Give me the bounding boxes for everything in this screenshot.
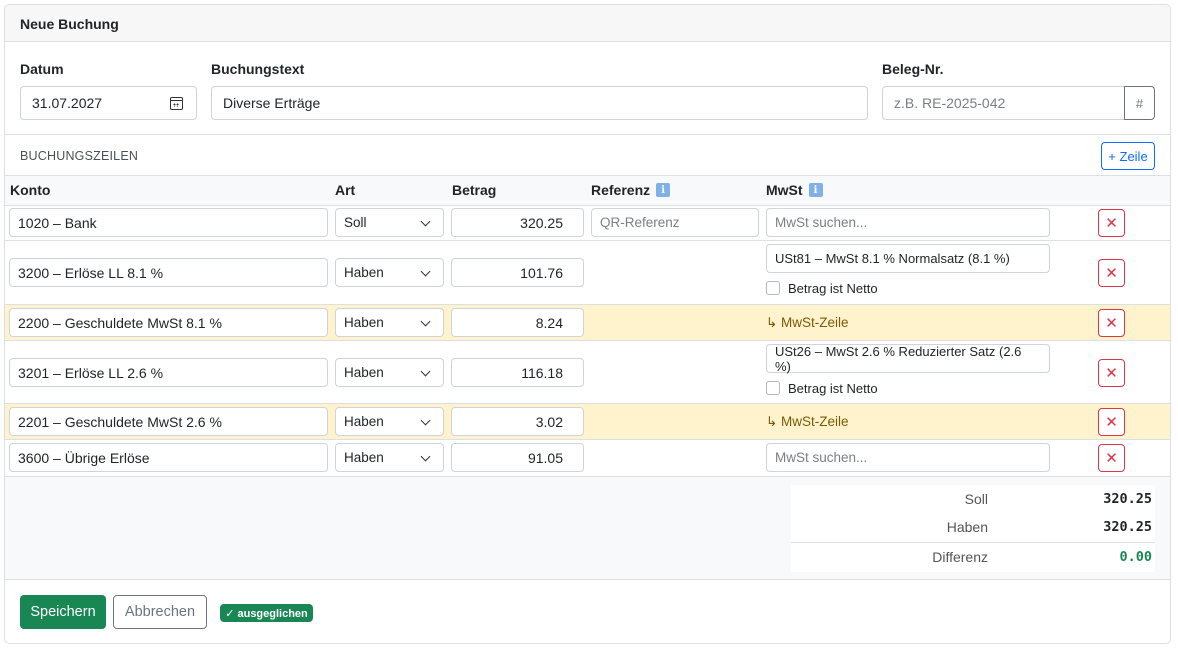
chevron-down-icon xyxy=(420,316,431,326)
column-header-amount: Betrag xyxy=(452,182,497,198)
account-input[interactable]: 3201 – Erlöse LL 2.6 % xyxy=(9,358,328,387)
credit-total-label: Haben xyxy=(946,519,988,535)
type-select[interactable]: Haben xyxy=(335,407,444,436)
booking-text-input[interactable]: Diverse Erträge xyxy=(211,86,868,120)
vat-code-input[interactable]: USt26 – MwSt 2.6 % Reduzierter Satz (2.6… xyxy=(766,344,1050,374)
account-input[interactable]: 3600 – Übrige Erlöse xyxy=(9,443,328,472)
divider xyxy=(5,134,1170,135)
amount-input[interactable]: 101.76 xyxy=(451,258,584,287)
delete-row-button[interactable]: ✕ xyxy=(1098,259,1125,287)
delete-row-button[interactable]: ✕ xyxy=(1098,408,1125,436)
receipt-input[interactable]: z.B. RE-2025-042 xyxy=(882,86,1125,120)
table-row: 3200 – Erlöse LL 8.1 % Haben 101.76 USt8… xyxy=(5,241,1170,305)
x-icon: ✕ xyxy=(1105,265,1118,282)
totals-summary: Soll 320.25 Haben 320.25 Differenz 0.00 xyxy=(791,485,1155,572)
chevron-down-icon xyxy=(420,451,431,461)
table-row: 3201 – Erlöse LL 2.6 % Haben 116.18 USt2… xyxy=(5,341,1170,404)
totals-area: Soll 320.25 Haben 320.25 Differenz 0.00 xyxy=(5,477,1170,580)
booking-card: Neue Buchung Datum 31.07.2027 Buchungste… xyxy=(4,4,1171,644)
debit-total-value: 320.25 xyxy=(1103,491,1152,507)
column-header-reference: Referenz i xyxy=(591,182,671,198)
x-icon: ✕ xyxy=(1105,414,1118,431)
chevron-down-icon xyxy=(420,266,431,276)
date-label: Datum xyxy=(20,61,64,77)
vat-search-input[interactable]: MwSt suchen... xyxy=(766,443,1050,472)
type-select[interactable]: Haben xyxy=(335,308,444,337)
table-row: 3600 – Übrige Erlöse Haben 91.05 MwSt su… xyxy=(5,440,1170,477)
info-icon[interactable]: i xyxy=(656,183,671,197)
tax-line-note: ↳ MwSt-Zeile xyxy=(766,315,849,330)
reference-input[interactable]: QR-Referenz xyxy=(591,208,759,237)
credit-total-value: 320.25 xyxy=(1103,519,1152,535)
delete-row-button[interactable]: ✕ xyxy=(1098,309,1125,337)
amount-input[interactable]: 91.05 xyxy=(451,443,584,472)
difference-label: Differenz xyxy=(932,549,988,565)
calendar-icon[interactable] xyxy=(170,97,183,110)
delete-row-button[interactable]: ✕ xyxy=(1098,209,1125,237)
booking-text-value: Diverse Erträge xyxy=(223,95,321,111)
page-title: Neue Buchung xyxy=(20,16,119,32)
column-header-type: Art xyxy=(335,182,356,198)
type-select[interactable]: Soll xyxy=(335,208,444,237)
x-icon: ✕ xyxy=(1105,450,1118,467)
type-select[interactable]: Haben xyxy=(335,258,444,287)
table-header: Konto Art Betrag Referenz i MwSt i xyxy=(5,175,1170,206)
info-icon[interactable]: i xyxy=(808,183,823,197)
x-icon: ✕ xyxy=(1105,215,1118,232)
status-badge: ✓ ausgeglichen xyxy=(220,604,313,622)
net-amount-checkbox[interactable] xyxy=(766,381,780,395)
table-row: 1020 – Bank Soll 320.25 QR-Referenz MwSt… xyxy=(5,205,1170,241)
receipt-number-button[interactable]: # xyxy=(1124,86,1155,120)
net-amount-label: Betrag ist Netto xyxy=(788,281,878,296)
date-input[interactable]: 31.07.2027 xyxy=(20,86,197,120)
vat-code-input[interactable]: USt81 – MwSt 8.1 % Normalsatz (8.1 %) xyxy=(766,244,1050,273)
account-input[interactable]: 2201 – Geschuldete MwSt 2.6 % xyxy=(9,407,328,436)
cancel-button[interactable]: Abbrechen xyxy=(113,595,207,629)
account-input[interactable]: 3200 – Erlöse LL 8.1 % xyxy=(9,258,328,287)
x-icon: ✕ xyxy=(1105,365,1118,382)
section-title: BUCHUNGSZEILEN xyxy=(20,149,139,163)
chevron-down-icon xyxy=(420,415,431,425)
divider xyxy=(791,542,1155,543)
account-input[interactable]: 2200 – Geschuldete MwSt 8.1 % xyxy=(9,308,328,337)
column-header-account: Konto xyxy=(10,182,51,198)
vat-search-input[interactable]: MwSt suchen... xyxy=(766,208,1050,237)
delete-row-button[interactable]: ✕ xyxy=(1098,359,1125,387)
booking-text-label: Buchungstext xyxy=(211,61,305,77)
debit-total-label: Soll xyxy=(964,491,988,507)
chevron-down-icon xyxy=(420,366,431,376)
net-amount-label: Betrag ist Netto xyxy=(788,381,878,396)
account-input[interactable]: 1020 – Bank xyxy=(9,208,328,237)
card-header: Neue Buchung xyxy=(5,5,1170,42)
amount-input[interactable]: 320.25 xyxy=(451,208,584,237)
amount-input[interactable]: 116.18 xyxy=(451,358,584,387)
net-amount-checkbox[interactable] xyxy=(766,281,780,295)
chevron-down-icon xyxy=(420,216,431,226)
difference-value: 0.00 xyxy=(1119,549,1152,565)
type-select[interactable]: Haben xyxy=(335,443,444,472)
receipt-label: Beleg-Nr. xyxy=(882,61,944,77)
table-row-tax: 2201 – Geschuldete MwSt 2.6 % Haben 3.02… xyxy=(5,404,1170,440)
column-header-vat: MwSt i xyxy=(766,182,823,198)
amount-input[interactable]: 3.02 xyxy=(451,407,584,436)
table-row-tax: 2200 – Geschuldete MwSt 8.1 % Haben 8.24… xyxy=(5,305,1170,341)
receipt-placeholder: z.B. RE-2025-042 xyxy=(894,95,1006,111)
type-select[interactable]: Haben xyxy=(335,358,444,387)
x-icon: ✕ xyxy=(1105,315,1118,332)
save-button[interactable]: Speichern xyxy=(20,595,106,629)
amount-input[interactable]: 8.24 xyxy=(451,308,584,337)
tax-line-note: ↳ MwSt-Zeile xyxy=(766,414,849,429)
add-line-button[interactable]: + Zeile xyxy=(1101,142,1155,170)
date-value: 31.07.2027 xyxy=(32,95,103,111)
delete-row-button[interactable]: ✕ xyxy=(1098,444,1125,472)
